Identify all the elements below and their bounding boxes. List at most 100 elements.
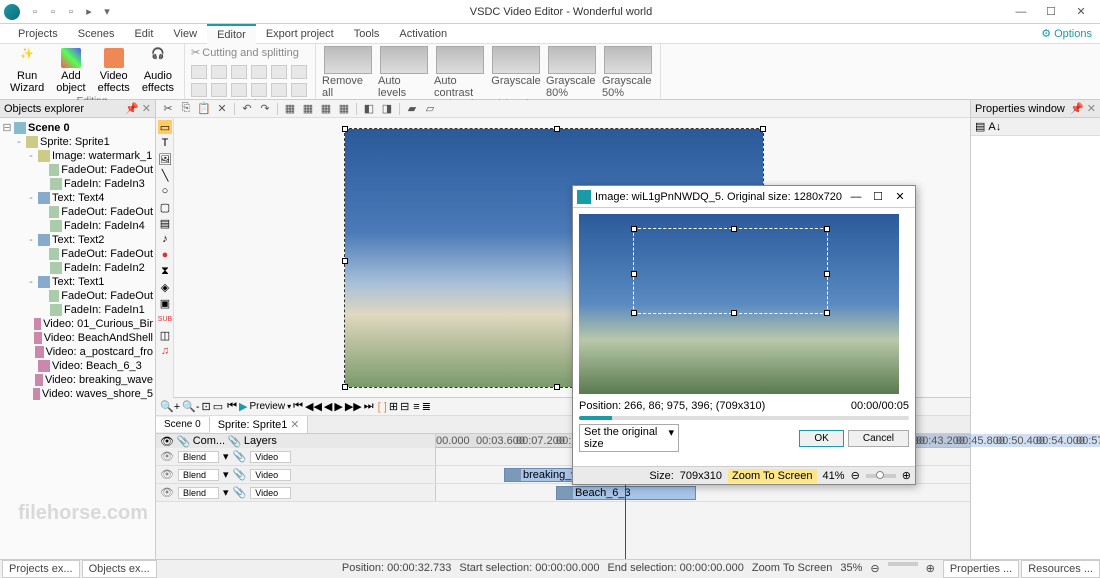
col-lock-icon[interactable]: 📎 xyxy=(228,435,242,448)
zoom-out-icon[interactable]: ⊖ xyxy=(870,562,879,575)
next-frame-icon[interactable]: ▶▶ xyxy=(345,400,362,413)
qat-preview-icon[interactable]: ▸ xyxy=(82,5,96,19)
tool-btn[interactable] xyxy=(251,83,267,97)
resize-handle[interactable] xyxy=(342,384,348,390)
add-object-button[interactable]: Add object xyxy=(52,46,89,96)
tree-node[interactable]: FadeOut: FadeOut xyxy=(2,289,153,303)
tool-btn[interactable] xyxy=(251,65,267,79)
order-icon[interactable]: ◨ xyxy=(379,102,395,116)
tree-node[interactable]: FadeOut: FadeOut xyxy=(2,205,153,219)
tab-scenes[interactable]: Scenes xyxy=(68,25,125,43)
tool-btn[interactable] xyxy=(271,83,287,97)
resize-handle[interactable] xyxy=(760,126,766,132)
eye-icon[interactable]: 👁 xyxy=(160,450,174,463)
shape-icon[interactable]: ▢ xyxy=(158,200,172,214)
rewind-icon[interactable]: ⏮ xyxy=(227,400,237,413)
prev-frame-icon[interactable]: ◀◀ xyxy=(305,400,322,413)
layer-dropdown[interactable]: Video xyxy=(250,469,291,481)
style-remove-all[interactable]: Remove all xyxy=(322,46,374,99)
ok-button[interactable]: OK xyxy=(799,430,843,447)
style-grayscale[interactable]: Grayscale xyxy=(490,46,542,87)
chevron-down-icon[interactable]: ▾ xyxy=(223,486,229,499)
image-icon[interactable]: 🖼 xyxy=(158,152,172,166)
tree-node[interactable]: Video: 01_Curious_Bir xyxy=(2,317,153,331)
tree-node[interactable]: -Sprite: Sprite1 xyxy=(2,135,153,149)
tab-activation[interactable]: Activation xyxy=(389,25,457,43)
tool-btn[interactable] xyxy=(191,83,207,97)
align-icon[interactable]: ▦ xyxy=(336,102,352,116)
align-icon[interactable]: ▦ xyxy=(318,102,334,116)
zoom-in-icon[interactable]: ⊕ xyxy=(902,469,911,482)
resize-handle[interactable] xyxy=(342,258,348,264)
status-tab-projects[interactable]: Projects ex... xyxy=(2,560,80,578)
qat-save-icon[interactable]: ▫ xyxy=(64,5,78,19)
sub-icon[interactable]: SUB xyxy=(158,312,172,326)
blend-dropdown[interactable]: Blend xyxy=(178,469,219,481)
align-icon[interactable]: ▦ xyxy=(300,102,316,116)
shape-icon[interactable]: ○ xyxy=(158,184,172,198)
track-icon[interactable]: ≡ xyxy=(413,401,419,413)
qat-open-icon[interactable]: ▫ xyxy=(46,5,60,19)
style-auto-contrast[interactable]: Auto contrast xyxy=(434,46,486,99)
step-fwd-icon[interactable]: ▶ xyxy=(334,400,342,413)
step-back-icon[interactable]: ◀ xyxy=(324,400,332,413)
zoom-out-icon[interactable]: 🔍- xyxy=(182,400,199,413)
color-icon[interactable]: ▰ xyxy=(404,102,420,116)
tree-node[interactable]: Video: breaking_wave xyxy=(2,373,153,387)
undo-icon[interactable]: ↶ xyxy=(239,102,255,116)
eye-icon[interactable]: 👁 xyxy=(160,468,174,481)
zoom-out-icon[interactable]: ⊖ xyxy=(851,469,860,482)
layer-dropdown[interactable]: Video xyxy=(250,451,291,463)
tree-node[interactable]: FadeIn: FadeIn4 xyxy=(2,219,153,233)
close-button[interactable]: ✕ xyxy=(1066,5,1096,18)
order-icon[interactable]: ◧ xyxy=(361,102,377,116)
crop-handle[interactable] xyxy=(731,310,737,316)
chevron-down-icon[interactable]: ▾ xyxy=(223,468,229,481)
status-zoom-label[interactable]: Zoom To Screen xyxy=(752,562,833,575)
resize-handle[interactable] xyxy=(554,126,560,132)
copy-icon[interactable]: ⎘ xyxy=(178,102,194,116)
dialog-zoom-slider[interactable] xyxy=(866,474,896,478)
paste-icon[interactable]: 📋 xyxy=(196,102,212,116)
minimize-button[interactable]: — xyxy=(1006,6,1036,18)
col-lock-icon[interactable]: 📎 xyxy=(176,435,190,448)
crop-handle[interactable] xyxy=(631,271,637,277)
last-frame-icon[interactable]: ⏭ xyxy=(364,400,374,413)
redo-icon[interactable]: ↷ xyxy=(257,102,273,116)
tree-node[interactable]: FadeIn: FadeIn1 xyxy=(2,303,153,317)
track-row[interactable]: 👁Blend▾📎Video Beach_6_3 xyxy=(156,484,970,502)
zoom-fit-icon[interactable]: ⊡ xyxy=(201,400,210,413)
style-auto-levels[interactable]: Auto levels xyxy=(378,46,430,99)
options-button[interactable]: ⚙Options xyxy=(1041,27,1092,40)
size-mode-dropdown[interactable]: Set the original size▾ xyxy=(579,424,679,452)
tab-view[interactable]: View xyxy=(163,25,207,43)
dialog-time-slider[interactable] xyxy=(579,416,909,420)
crop-handle[interactable] xyxy=(824,271,830,277)
sprite-icon[interactable]: ◈ xyxy=(158,280,172,294)
tree-node[interactable]: FadeIn: FadeIn3 xyxy=(2,177,153,191)
tab-editor[interactable]: Editor xyxy=(207,24,256,44)
tree-root[interactable]: ⊟Scene 0 xyxy=(2,120,153,135)
object-tree[interactable]: ⊟Scene 0 -Sprite: Sprite1-Image: waterma… xyxy=(0,118,155,559)
tool-btn[interactable] xyxy=(291,65,307,79)
zoom-to-screen-button[interactable]: Zoom To Screen xyxy=(728,469,817,483)
audio-icon[interactable]: ♪ xyxy=(158,232,172,246)
status-tab-resources[interactable]: Resources ... xyxy=(1021,560,1100,578)
select-icon[interactable]: ▭ xyxy=(158,120,172,134)
dialog-minimize-button[interactable]: — xyxy=(845,191,867,203)
tool-btn[interactable] xyxy=(211,83,227,97)
eye-icon[interactable]: 👁 xyxy=(160,486,174,499)
blend-dropdown[interactable]: Blend xyxy=(178,487,219,499)
tab-scene0[interactable]: Scene 0 xyxy=(156,417,210,432)
tree-node[interactable]: Video: a_postcard_fro xyxy=(2,345,153,359)
tree-node[interactable]: FadeIn: FadeIn2 xyxy=(2,261,153,275)
zoom-in-icon[interactable]: ⊕ xyxy=(926,562,935,575)
maximize-button[interactable]: ☐ xyxy=(1036,5,1066,18)
color-icon[interactable]: ▱ xyxy=(422,102,438,116)
tree-node[interactable]: -Image: watermark_1 xyxy=(2,149,153,163)
tab-sprite1[interactable]: Sprite: Sprite1 ✕ xyxy=(210,416,309,433)
status-tab-objects[interactable]: Objects ex... xyxy=(82,560,157,578)
tool-btn[interactable] xyxy=(191,65,207,79)
tool-btn[interactable] xyxy=(271,65,287,79)
cut-icon[interactable]: ✂ xyxy=(160,102,176,116)
